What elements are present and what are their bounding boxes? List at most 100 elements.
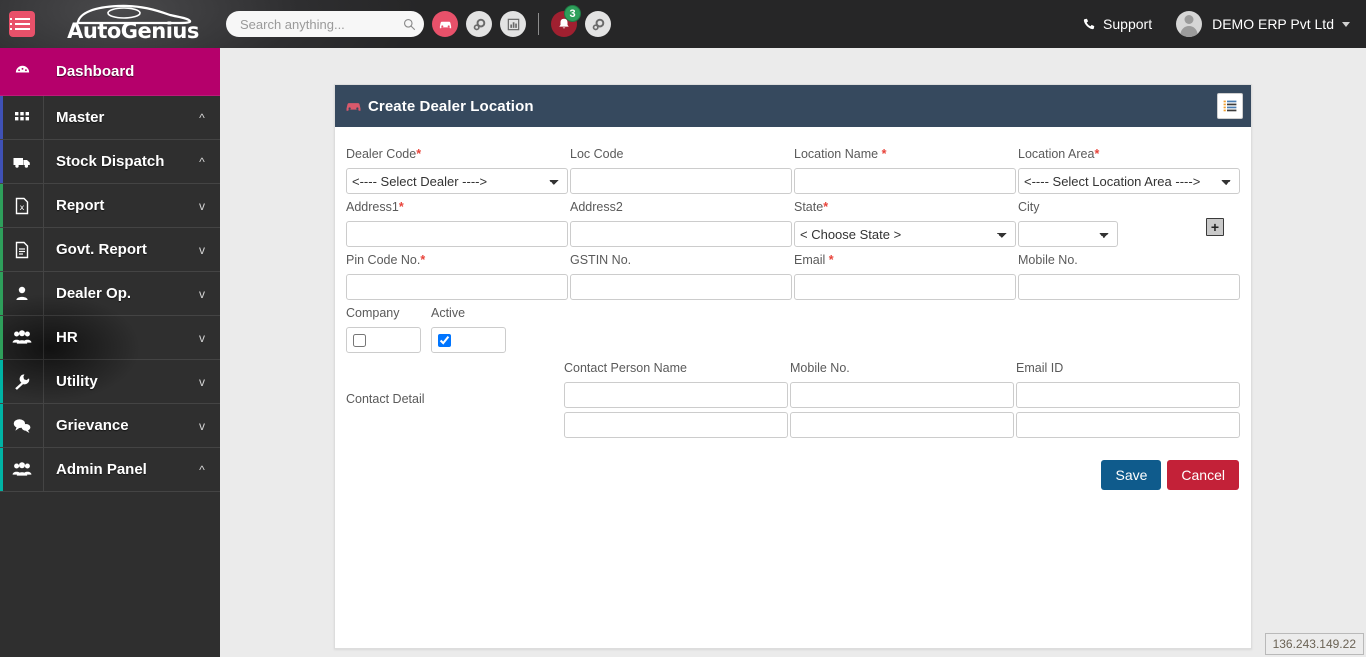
required-asterisk: * xyxy=(881,147,887,161)
gears-settings-icon xyxy=(592,18,604,30)
field-email: Email * xyxy=(793,247,1017,300)
contact-cell-email-id xyxy=(1015,412,1241,442)
contact-cell-person-name xyxy=(563,382,789,412)
field-gstin-no: GSTIN No. xyxy=(569,247,793,300)
list-view-button[interactable] xyxy=(1217,93,1243,119)
contact-person-name-input-1[interactable] xyxy=(564,382,788,408)
state-select[interactable]: < Choose State > xyxy=(794,221,1016,247)
contact-mobile-no-input-2[interactable] xyxy=(790,412,1014,438)
notification-button[interactable]: 3 xyxy=(551,5,581,37)
support-link[interactable]: Support xyxy=(1082,16,1152,32)
sidebar-item-master[interactable]: Master ^ xyxy=(0,96,220,140)
form-actions: Save Cancel xyxy=(345,442,1241,490)
sidebar-item-label: Stock Dispatch xyxy=(56,153,165,170)
sidebar-item-govt-report[interactable]: Govt. Report v xyxy=(0,228,220,272)
company-checkbox-wrapper[interactable] xyxy=(346,327,421,353)
sidebar-item-hr[interactable]: HR v xyxy=(0,316,220,360)
required-asterisk: * xyxy=(398,200,404,214)
company-checkbox[interactable] xyxy=(353,333,366,347)
panel-header: Create Dealer Location xyxy=(335,85,1251,127)
dealer-location-form: Dealer Code* <---- Select Dealer ----> L… xyxy=(335,127,1251,490)
bar-chart-icon-button[interactable] xyxy=(500,11,526,37)
sidebar-item-label: Utility xyxy=(56,373,98,390)
cancel-button[interactable]: Cancel xyxy=(1167,460,1239,490)
hamburger-list-icon xyxy=(9,11,35,37)
contact-detail-section: Contact Detail Contact Person Name Mobil… xyxy=(345,353,1241,442)
contact-cell-email-id xyxy=(1015,382,1241,412)
sidebar-item-utility[interactable]: Utility v xyxy=(0,360,220,404)
sidebar-menu-toggle-button[interactable] xyxy=(0,0,44,48)
email-input[interactable] xyxy=(794,274,1016,300)
save-button[interactable]: Save xyxy=(1101,460,1162,490)
contact-email-id-input-2[interactable] xyxy=(1016,412,1240,438)
settings-icon-button[interactable] xyxy=(585,11,611,37)
address1-input[interactable] xyxy=(346,221,568,247)
sidebar-accent-bar xyxy=(0,96,3,139)
sidebar-item-grievance[interactable]: Grievance v xyxy=(0,404,220,448)
pin-code-label: Pin Code No.* xyxy=(346,253,426,267)
field-location-name: Location Name * xyxy=(793,141,1017,194)
search-box[interactable] xyxy=(226,11,424,37)
pin-code-input[interactable] xyxy=(346,274,568,300)
location-area-select[interactable]: <---- Select Location Area ----> xyxy=(1018,168,1240,194)
location-name-input[interactable] xyxy=(794,168,1016,194)
sidebar-item-dashboard[interactable]: Dashboard xyxy=(0,48,220,96)
contact-mobile-no-label: Mobile No. xyxy=(790,361,850,375)
search-icon xyxy=(403,18,416,30)
field-loc-code: Loc Code xyxy=(569,141,793,194)
sidebar-item-label: Dashboard xyxy=(56,63,135,80)
sidebar-item-label: Govt. Report xyxy=(56,241,147,258)
active-label: Active xyxy=(431,306,466,320)
gstin-no-label: GSTIN No. xyxy=(570,253,632,267)
city-select[interactable] xyxy=(1018,221,1118,247)
active-checkbox[interactable] xyxy=(438,333,451,347)
contact-email-id-input-1[interactable] xyxy=(1016,382,1240,408)
brand-logo[interactable]: AutoGenius xyxy=(58,0,208,48)
form-row-4: Company Active xyxy=(345,300,1241,353)
company-label: Company xyxy=(346,306,400,320)
contact-detail-label: Contact Detail xyxy=(346,391,425,406)
field-company: Company xyxy=(345,300,421,353)
gstin-no-input[interactable] xyxy=(570,274,792,300)
chevron-down-icon[interactable] xyxy=(1342,21,1350,27)
sidebar-item-stock-dispatch[interactable]: Stock Dispatch ^ xyxy=(0,140,220,184)
contact-mobile-no-input-1[interactable] xyxy=(790,382,1014,408)
contact-header-row: Contact Person Name Mobile No. Email ID xyxy=(563,355,1241,382)
car-icon-button[interactable] xyxy=(432,11,458,37)
field-address2: Address2 xyxy=(569,194,793,247)
users-group-icon xyxy=(0,448,44,491)
panel-title: Create Dealer Location xyxy=(368,97,534,115)
field-pin-code: Pin Code No.* xyxy=(345,247,569,300)
form-row-2: Address1* Address2 State* < Choose State… xyxy=(345,194,1241,247)
sidebar-accent-bar xyxy=(0,140,3,183)
bar-chart-icon xyxy=(507,18,519,30)
mobile-no-input[interactable] xyxy=(1018,274,1240,300)
document-icon xyxy=(0,228,44,271)
sidebar-item-report[interactable]: x Report v xyxy=(0,184,220,228)
contact-detail-grid: Contact Person Name Mobile No. Email ID xyxy=(563,355,1241,442)
sidebar-item-admin-panel[interactable]: Admin Panel ^ xyxy=(0,448,220,492)
sidebar-item-dealer-op[interactable]: Dealer Op. v xyxy=(0,272,220,316)
address2-input[interactable] xyxy=(570,221,792,247)
user-avatar-icon[interactable] xyxy=(1176,11,1203,37)
sidebar-item-label: Admin Panel xyxy=(56,461,147,478)
form-row-1: Dealer Code* <---- Select Dealer ----> L… xyxy=(345,141,1241,194)
sidebar-accent-bar xyxy=(0,360,3,403)
search-input[interactable] xyxy=(238,15,403,33)
dealer-code-select[interactable]: <---- Select Dealer ----> xyxy=(346,168,568,194)
contact-detail-row xyxy=(563,412,1241,442)
sidebar-item-label: Grievance xyxy=(56,417,129,434)
users-group-icon xyxy=(0,316,44,359)
contact-col-email-id: Email ID xyxy=(1015,355,1241,382)
notification-badge: 3 xyxy=(564,5,581,22)
active-checkbox-wrapper[interactable] xyxy=(431,327,506,353)
car-silhouette-icon xyxy=(76,4,192,25)
contact-person-name-input-2[interactable] xyxy=(564,412,788,438)
gears-icon-button[interactable] xyxy=(466,11,492,37)
main-content-area: Create Dealer Location Dealer Code* <---… xyxy=(220,48,1366,657)
car-icon xyxy=(439,21,451,28)
contact-detail-row xyxy=(563,382,1241,412)
field-address1: Address1* xyxy=(345,194,569,247)
loc-code-input[interactable] xyxy=(570,168,792,194)
add-city-button[interactable]: + xyxy=(1206,218,1224,236)
